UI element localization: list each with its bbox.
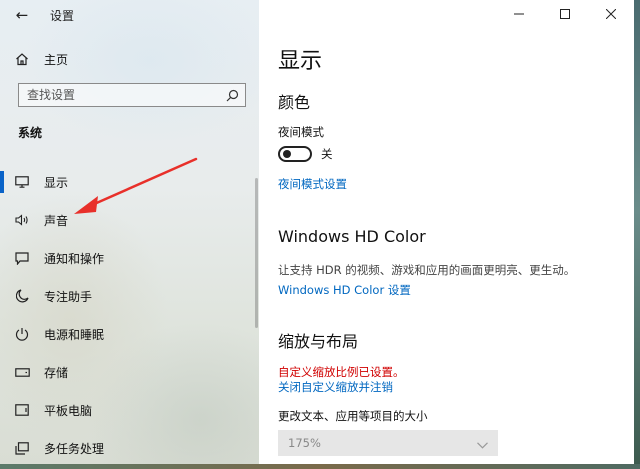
sidebar-item-label: 多任务处理 [44, 441, 105, 456]
sidebar-item-label: 电源和睡眠 [44, 327, 105, 342]
sidebar-item-label: 主页 [44, 52, 69, 67]
search-box[interactable] [18, 83, 246, 107]
scale-heading: 缩放与布局 [278, 332, 359, 351]
multitask-icon [0, 441, 44, 455]
night-mode-label: 夜间模式 [278, 125, 324, 139]
night-mode-settings-link[interactable]: 夜间模式设置 [278, 176, 347, 192]
tablet-icon [0, 404, 44, 416]
desktop-background-edge [634, 0, 640, 469]
back-button[interactable]: ← [0, 0, 44, 30]
moon-icon [0, 289, 44, 303]
night-mode-state: 关 [321, 147, 333, 161]
storage-icon [0, 367, 44, 377]
close-icon [605, 8, 617, 22]
titlebar-left: ← 设置 [0, 0, 259, 30]
hdr-description: 让支持 HDR 的视频、游戏和应用的画面更明亮、更生动。 [278, 263, 576, 277]
close-button[interactable] [588, 0, 634, 30]
speaker-icon [0, 214, 44, 226]
notification-icon [0, 251, 44, 265]
power-icon [0, 327, 44, 341]
sidebar-item-power-sleep[interactable]: 电源和睡眠 [0, 315, 255, 353]
sidebar-item-sound[interactable]: 声音 [0, 201, 255, 239]
sidebar-item-display[interactable]: 显示 [0, 163, 255, 201]
hdr-heading: Windows HD Color [278, 227, 426, 246]
maximize-icon [560, 8, 570, 22]
sidebar-item-label: 平板电脑 [44, 403, 93, 418]
sidebar-item-multitasking[interactable]: 多任务处理 [0, 429, 255, 464]
sidebar-item-home[interactable]: 主页 [0, 46, 259, 72]
sidebar-item-storage[interactable]: 存储 [0, 353, 255, 391]
color-heading: 颜色 [278, 93, 311, 112]
text-size-dropdown[interactable]: 175% [278, 430, 498, 456]
sidebar-nav-list: 显示 声音 通知和操作 专注助手 电源和睡眠 存储 平板电脑 多任务处理 [0, 163, 255, 464]
sidebar-item-label: 专注助手 [44, 289, 93, 304]
search-icon[interactable] [226, 89, 239, 102]
sidebar-item-label: 声音 [44, 213, 69, 228]
section-label: 系统 [18, 126, 43, 140]
sidebar-item-label: 显示 [44, 175, 69, 190]
disable-custom-scale-link[interactable]: 关闭自定义缩放并注销 [278, 379, 393, 395]
back-arrow-icon: ← [15, 6, 29, 24]
sidebar-item-label: 通知和操作 [44, 251, 105, 266]
chevron-down-icon [477, 434, 488, 453]
page-title: 显示 [278, 49, 323, 74]
sidebar-item-tablet[interactable]: 平板电脑 [0, 391, 255, 429]
night-mode-toggle[interactable] [278, 146, 312, 162]
minimize-icon [514, 8, 524, 22]
maximize-button[interactable] [542, 0, 588, 30]
text-size-value: 175% [288, 436, 321, 450]
sidebar-scrollbar[interactable] [255, 178, 258, 328]
desktop-background-edge [0, 464, 640, 469]
sidebar-item-label: 存储 [44, 365, 69, 380]
hdr-settings-link[interactable]: Windows HD Color 设置 [278, 282, 411, 298]
search-input[interactable] [27, 88, 207, 102]
monitor-icon [0, 176, 44, 188]
scale-warning: 自定义缩放比例已设置。 [278, 365, 405, 379]
sidebar-item-notifications[interactable]: 通知和操作 [0, 239, 255, 277]
window-controls [496, 0, 634, 30]
toggle-knob [283, 150, 291, 158]
sidebar: ← 设置 主页 系统 [0, 0, 259, 464]
minimize-button[interactable] [496, 0, 542, 30]
text-size-label: 更改文本、应用等项目的大小 [278, 409, 428, 423]
settings-window: ← 设置 主页 系统 [0, 0, 634, 464]
window-title: 设置 [50, 8, 75, 23]
sidebar-item-focus-assist[interactable]: 专注助手 [0, 277, 255, 315]
home-icon [0, 52, 44, 66]
content-pane: 显示 颜色 夜间模式 关 夜间模式设置 Windows HD Color 让支持… [259, 0, 634, 464]
night-mode-toggle-row: 关 [278, 146, 333, 162]
